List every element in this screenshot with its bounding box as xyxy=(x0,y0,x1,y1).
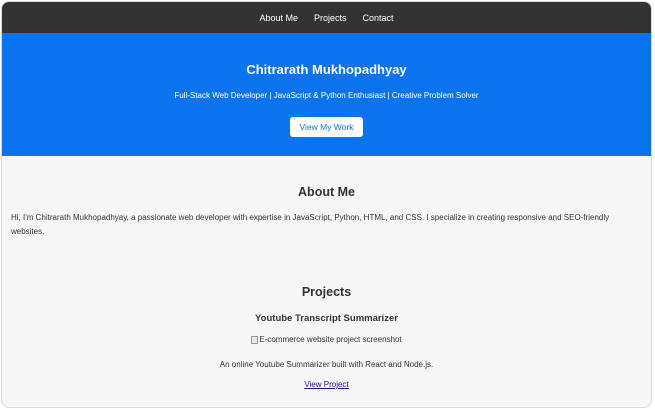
project-image: E-commerce website project screenshot xyxy=(251,335,402,345)
projects-title: Projects xyxy=(301,285,352,299)
view-my-work-button[interactable]: View My Work xyxy=(290,117,363,137)
browser-viewport: About Me Projects Contact Chitrarath Muk… xyxy=(1,1,652,408)
project-image-alt: E-commerce website project screenshot xyxy=(259,335,402,344)
hero-title: Chitrarath Mukhopadhyay xyxy=(246,62,407,77)
project-card: Youtube Transcript Summarizer E-commerce… xyxy=(2,313,651,392)
project-description: An online Youtube Summarizer built with … xyxy=(219,360,434,369)
nav-link-about-me[interactable]: About Me xyxy=(259,13,298,23)
broken-image-icon xyxy=(251,336,259,344)
project-title: Youtube Transcript Summarizer xyxy=(255,313,398,324)
about-text: Hi, I'm Chitrarath Mukhopadhyay, a passi… xyxy=(11,213,610,236)
about-section: About Me Hi, I'm Chitrarath Mukhopadhyay… xyxy=(2,185,651,239)
view-project-link[interactable]: View Project xyxy=(304,380,348,390)
projects-section: Projects Youtube Transcript Summarizer E… xyxy=(2,285,651,392)
nav-link-projects[interactable]: Projects xyxy=(314,13,347,23)
hero-subtitle: Full-Stack Web Developer | JavaScript & … xyxy=(174,91,479,100)
nav-link-contact[interactable]: Contact xyxy=(363,13,394,23)
top-navbar: About Me Projects Contact xyxy=(2,2,651,33)
hero-section: Chitrarath Mukhopadhyay Full-Stack Web D… xyxy=(2,33,651,156)
about-title: About Me xyxy=(298,185,355,199)
